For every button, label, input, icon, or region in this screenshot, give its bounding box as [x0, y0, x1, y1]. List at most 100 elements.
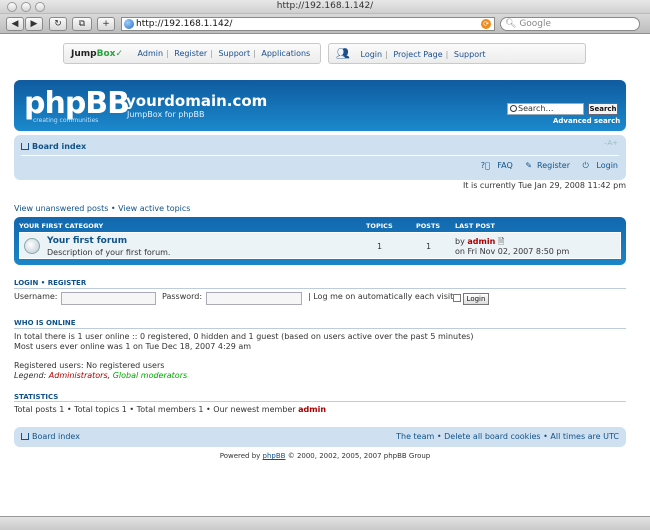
address-bar[interactable]: http://192.168.1.142/ ⟳: [121, 17, 495, 31]
home-icon: [21, 143, 29, 150]
view-posts-links[interactable]: View unanswered posts • View active topi…: [14, 204, 190, 213]
view-latest-post-icon[interactable]: 🗎: [498, 237, 504, 246]
jumpbox-register-link[interactable]: Register: [174, 49, 207, 58]
auto-login-checkbox[interactable]: [453, 294, 461, 302]
forward-button[interactable]: ▶: [25, 17, 43, 31]
globe-icon: [124, 19, 134, 29]
posts-header: POSTS: [416, 222, 441, 230]
topics-header: TOPICS: [366, 222, 393, 230]
username-input[interactable]: [61, 292, 156, 305]
statistics-divider: [14, 401, 626, 402]
footer-breadcrumb: Board index: [21, 432, 80, 441]
last-post-author-link[interactable]: admin: [467, 237, 495, 246]
login-divider: [14, 288, 626, 289]
jumpbox-project-page-link[interactable]: Project Page: [393, 50, 442, 59]
navbar-divider: [21, 155, 619, 156]
site-description: JumpBox for phpBB: [127, 110, 205, 119]
navbar: Board index –A+ ?⃝ FAQ ✎ Register ⏻ Login: [14, 135, 626, 180]
phpbb-logo[interactable]: phpBB: [24, 86, 130, 121]
statistics-text: Total posts 1 • Total topics 1 • Total m…: [14, 405, 327, 414]
url-text: http://192.168.1.142/: [136, 19, 233, 29]
forum-last-post: by admin 🗎 on Fri Nov 02, 2007 8:50 pm: [455, 237, 570, 256]
browser-search-input[interactable]: 🔍︎ Google: [500, 17, 640, 31]
current-time: It is currently Tue Jan 29, 2008 11:42 p…: [462, 181, 626, 190]
jumpbox-admin-bar: JumpBox✓ Admin | Register | Support | Appli…: [63, 43, 321, 64]
jumpbox-applications-link[interactable]: Applications: [261, 49, 310, 58]
nav-links: ?⃝ FAQ ✎ Register ⏻ Login: [471, 161, 618, 171]
jumpbox-support-link[interactable]: Support: [218, 49, 250, 58]
power-icon: ⏻: [582, 161, 589, 170]
jumpbox-login-link[interactable]: Login: [361, 50, 383, 59]
registered-users-text: Registered users: No registered users: [14, 361, 165, 370]
register-icon: ✎: [525, 161, 533, 170]
forum-category-table: YOUR FIRST CATEGORY TOPICS POSTS LAST PO…: [14, 217, 626, 265]
forward-arrow-icon: ▶: [30, 19, 38, 29]
login-link[interactable]: ⏻ Login: [578, 161, 618, 170]
powered-by: Powered by phpBB © 2000, 2002, 2005, 200…: [219, 452, 431, 460]
who-online-divider: [14, 328, 626, 329]
faq-link[interactable]: ?⃝ FAQ: [476, 161, 513, 170]
forum-topics-count: 1: [377, 242, 383, 251]
auto-login-label: | Log me on automatically each visit: [308, 292, 454, 301]
legend-administrators[interactable]: Administrators: [49, 371, 108, 380]
login-form: Username:: [14, 292, 57, 301]
window-title: http://192.168.1.142/: [276, 1, 374, 11]
reload-button[interactable]: ↻: [49, 17, 67, 31]
browser-status-bar: [0, 516, 650, 530]
register-link[interactable]: ✎ Register: [520, 161, 570, 170]
rss-icon[interactable]: ⟳: [481, 19, 491, 29]
browser-search-placeholder: Google: [519, 19, 552, 29]
font-size-control[interactable]: –A+: [604, 139, 618, 147]
last-post-header: LAST POST: [455, 222, 495, 230]
login-register-heading[interactable]: LOGIN • REGISTER: [14, 279, 86, 287]
last-post-date: on Fri Nov 02, 2007 8:50 pm: [455, 247, 570, 256]
board-index-link[interactable]: Board index: [32, 142, 86, 151]
search-icon: [510, 105, 517, 112]
forum-row: Your first forum Description of your fir…: [19, 232, 621, 259]
reload-icon: ↻: [54, 19, 62, 29]
site-name: yourdomain.com: [126, 92, 268, 110]
window-titlebar: http://192.168.1.142/: [0, 0, 650, 14]
users-icon: 👥︎: [336, 47, 350, 60]
footer-links[interactable]: The team • Delete all board cookies • Al…: [396, 432, 619, 441]
footer-navbar: Board index The team • Delete all board …: [14, 427, 626, 447]
online-total-text: In total there is 1 user online :: 0 reg…: [14, 332, 474, 341]
forum-description: Description of your first forum.: [47, 248, 171, 257]
jumpbox-admin-link[interactable]: Admin: [138, 49, 164, 58]
site-header: phpBB creating communities yourdomain.co…: [14, 80, 626, 131]
header-search-button[interactable]: Search: [588, 103, 618, 115]
forum-title-link[interactable]: Your first forum: [47, 236, 127, 246]
forum-read-icon: [24, 238, 40, 254]
bookmark-icon: ⧉: [78, 19, 86, 29]
online-record-text: Most users ever online was 1 on Tue Dec …: [14, 342, 252, 351]
forum-posts-count: 1: [426, 242, 432, 251]
question-icon: ?⃝: [480, 161, 490, 170]
browser-toolbar: ◀ ▶ ↻ ⧉ + http://192.168.1.142/ ⟳ 🔍︎ Goo…: [0, 14, 650, 34]
phpbb-link[interactable]: phpBB: [263, 452, 286, 460]
breadcrumb: Board index: [21, 142, 86, 151]
advanced-search-link[interactable]: Advanced search: [553, 117, 620, 125]
back-arrow-icon: ◀: [11, 19, 19, 29]
magnifier-icon: 🔍︎: [505, 19, 517, 29]
plus-icon: +: [102, 19, 110, 29]
login-button[interactable]: Login: [463, 293, 489, 305]
password-input[interactable]: [206, 292, 302, 305]
header-search-input[interactable]: Search…: [507, 103, 584, 115]
add-bookmark-button[interactable]: +: [97, 17, 115, 31]
jumpbox-user-bar: 👥︎ Login | Project Page | Support: [328, 43, 586, 64]
who-is-online-heading: WHO IS ONLINE: [14, 319, 76, 327]
statistics-heading: STATISTICS: [14, 393, 59, 401]
footer-home-icon: [21, 433, 29, 440]
legend-global-moderators[interactable]: Global moderators: [113, 371, 187, 380]
bookmark-button[interactable]: ⧉: [72, 17, 92, 31]
jumpbox-logo: JumpBox✓: [71, 49, 123, 59]
footer-board-index-link[interactable]: Board index: [32, 432, 80, 441]
legend: Legend: Administrators, Global moderator…: [14, 371, 188, 380]
category-header[interactable]: YOUR FIRST CATEGORY: [19, 222, 103, 230]
phpbb-logo-tagline: creating communities: [33, 117, 99, 124]
username-label: Username:: [14, 292, 58, 301]
jumpbox-support2-link[interactable]: Support: [454, 50, 486, 59]
back-button[interactable]: ◀: [6, 17, 24, 31]
newest-member-link[interactable]: admin: [298, 405, 326, 414]
password-label: Password:: [162, 292, 203, 301]
